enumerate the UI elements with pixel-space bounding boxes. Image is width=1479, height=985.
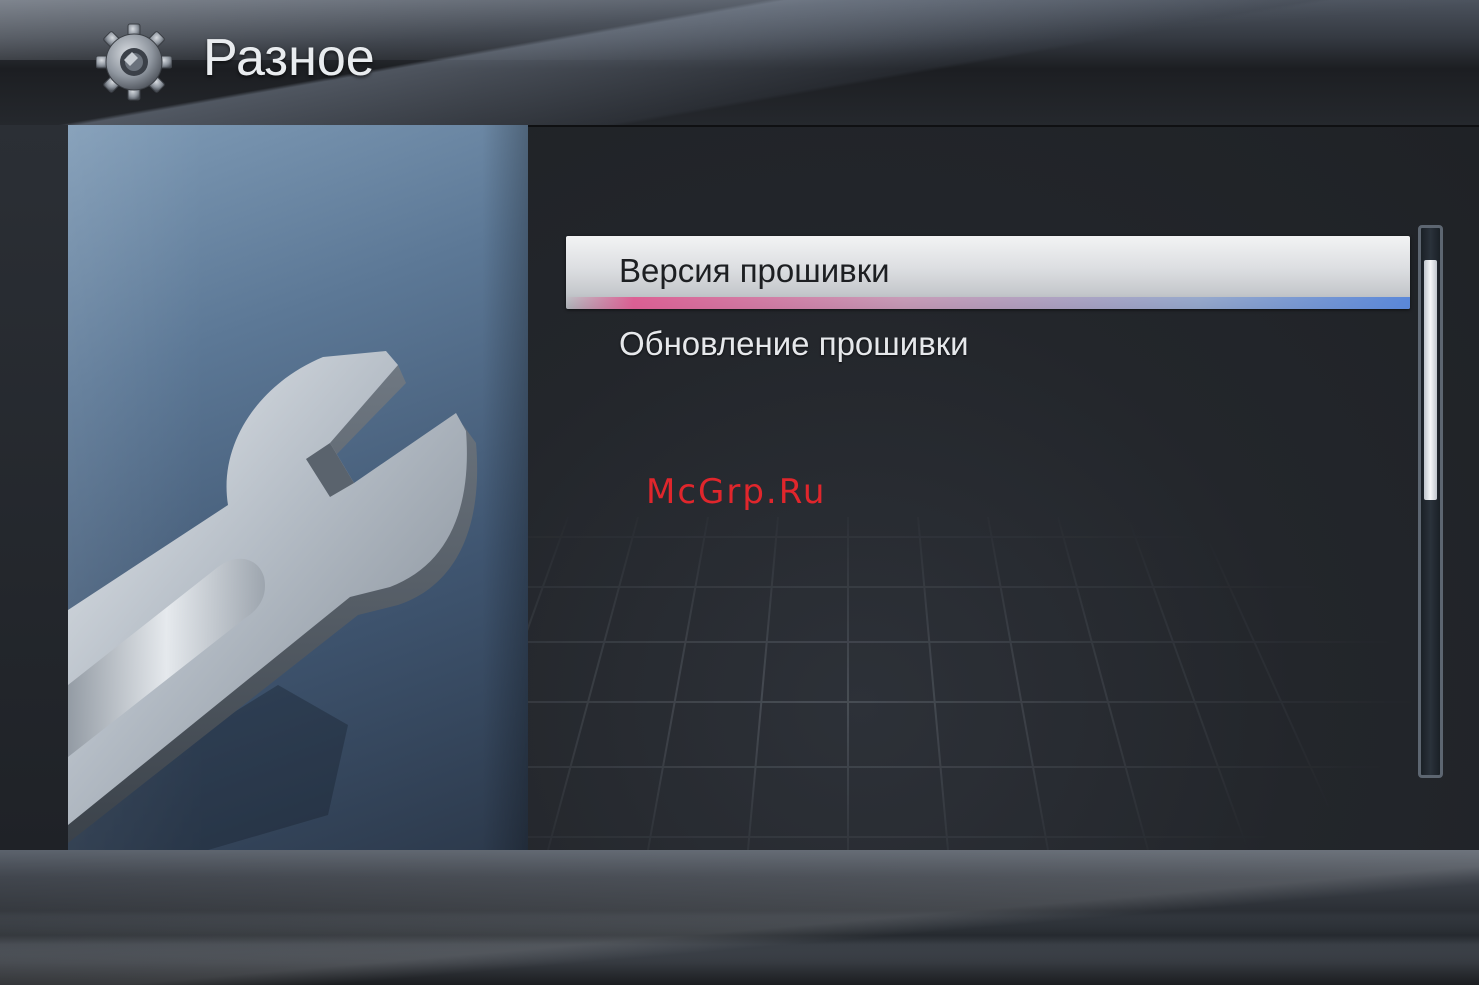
scrollbar[interactable] <box>1418 225 1443 778</box>
selection-glow <box>566 297 1410 309</box>
screen: Разное Версия прошивки Обновление прошив… <box>0 0 1479 985</box>
menu-item-firmware-version[interactable]: Версия прошивки <box>566 236 1410 309</box>
footer-bar <box>0 850 1479 985</box>
wrench-icon <box>68 351 478 850</box>
menu-item-label: Обновление прошивки <box>619 325 969 362</box>
footer-sheen <box>0 850 1479 985</box>
menu-item-label: Версия прошивки <box>619 252 890 289</box>
watermark: McGrp.Ru <box>646 472 827 512</box>
menu-list: Версия прошивки Обновление прошивки <box>566 236 1410 382</box>
scrollbar-thumb[interactable] <box>1424 260 1437 500</box>
header-bar: Разное <box>0 0 1479 127</box>
page-title: Разное <box>203 29 375 87</box>
left-edge <box>0 125 68 850</box>
gear-icon <box>96 23 172 101</box>
grid-floor <box>528 517 1479 850</box>
decorative-panel <box>68 125 528 850</box>
menu-item-firmware-update[interactable]: Обновление прошивки <box>566 309 1410 382</box>
